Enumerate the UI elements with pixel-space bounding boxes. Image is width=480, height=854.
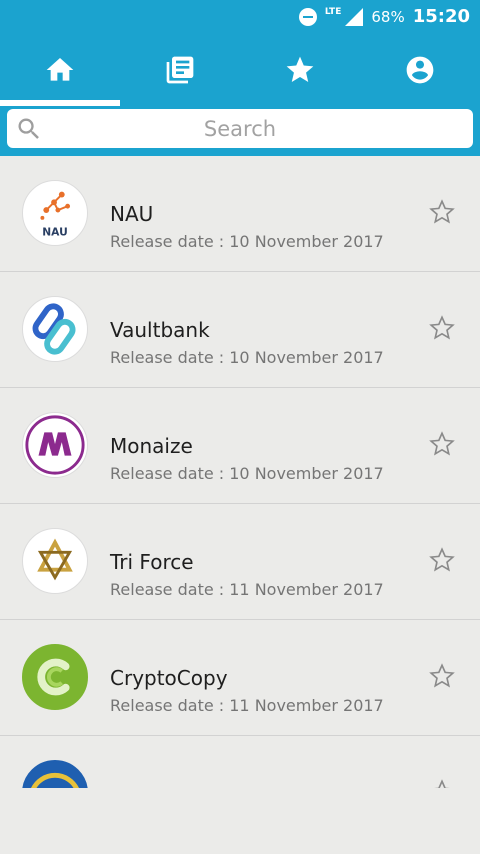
vaultbank-logo — [22, 296, 88, 362]
item-logo — [22, 760, 88, 788]
favorite-star-icon[interactable] — [428, 314, 456, 342]
tab-favorites[interactable] — [240, 34, 360, 106]
search-bar[interactable] — [7, 109, 473, 148]
list-item[interactable]: CryptoCopy Release date : 11 November 20… — [0, 620, 480, 736]
nau-logo: NAU — [22, 180, 88, 246]
search-input[interactable] — [7, 109, 473, 148]
tab-home[interactable] — [0, 34, 120, 106]
do-not-disturb-icon — [298, 7, 317, 26]
item-name: Monaize — [110, 434, 193, 458]
item-name: NAU — [110, 202, 154, 226]
star-icon — [286, 56, 314, 82]
cryptocopy-logo — [22, 644, 88, 710]
list-item[interactable] — [0, 736, 480, 788]
item-release-date: Release date : 10 November 2017 — [110, 348, 384, 367]
battery-level: 68% — [371, 7, 405, 26]
triforce-logo — [22, 528, 88, 594]
monaize-logo — [22, 412, 88, 478]
tab-list[interactable] — [120, 34, 240, 106]
item-name: Tri Force — [110, 550, 194, 574]
status-bar: LTE 68% 15:20 — [0, 0, 480, 34]
signal-icon — [345, 7, 364, 26]
favorite-star-icon[interactable] — [428, 546, 456, 574]
item-release-date: Release date : 11 November 2017 — [110, 580, 384, 599]
tab-bar — [0, 34, 480, 106]
svg-text:NAU: NAU — [42, 225, 68, 238]
favorite-star-icon[interactable] — [428, 662, 456, 690]
list-item[interactable]: Tri Force Release date : 11 November 201… — [0, 504, 480, 620]
list-item[interactable]: NAU NAU Release date : 10 November 2017 — [0, 156, 480, 272]
favorite-star-icon[interactable] — [428, 198, 456, 226]
favorite-star-icon[interactable] — [428, 430, 456, 458]
tab-account[interactable] — [360, 34, 480, 106]
item-release-date: Release date : 11 November 2017 — [110, 696, 384, 715]
ico-list: NAU NAU Release date : 10 November 2017 … — [0, 156, 480, 788]
list-icon — [166, 56, 194, 84]
home-icon — [46, 58, 74, 81]
bottom-blank-area — [0, 788, 480, 854]
network-type: LTE — [324, 6, 342, 17]
app-bar: LTE 68% 15:20 — [0, 0, 480, 156]
active-tab-indicator — [0, 100, 120, 106]
item-name: Vaultbank — [110, 318, 210, 342]
item-release-date: Release date : 10 November 2017 — [110, 232, 384, 251]
favorite-star-icon[interactable] — [428, 778, 456, 788]
account-icon — [406, 56, 434, 84]
list-item[interactable]: Vaultbank Release date : 10 November 201… — [0, 272, 480, 388]
item-name: CryptoCopy — [110, 666, 228, 690]
search-icon — [18, 118, 39, 139]
item-release-date: Release date : 10 November 2017 — [110, 464, 384, 483]
list-item[interactable]: Monaize Release date : 10 November 2017 — [0, 388, 480, 504]
clock: 15:20 — [412, 6, 470, 27]
